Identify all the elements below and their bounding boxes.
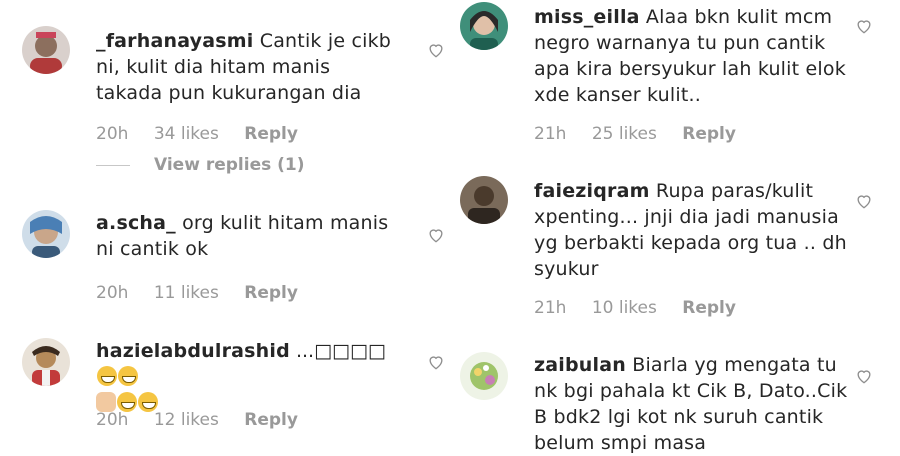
avatar[interactable]: [460, 352, 508, 400]
comment-likes[interactable]: 25 likes: [592, 124, 657, 144]
avatar[interactable]: [22, 26, 70, 74]
comment-username[interactable]: zaibulan: [534, 354, 626, 376]
comment-time: 20h: [96, 124, 129, 144]
comment-meta: 20h 34 likes Reply: [96, 124, 318, 144]
comment-text: faieziqram Rupa paras/kulit xpenting... …: [534, 178, 864, 282]
comment-text: zaibulan Biarla yg mengata tu nk bgi pah…: [534, 352, 864, 456]
comment-text: _farhanayasmi Cantik je cikb ni, kulit d…: [96, 28, 396, 106]
reply-button[interactable]: Reply: [244, 283, 298, 303]
avatar[interactable]: [22, 210, 70, 258]
grinning-face-emoji-icon: [138, 392, 158, 412]
heart-outline-icon[interactable]: [854, 191, 874, 211]
reply-button[interactable]: Reply: [244, 124, 298, 144]
comment-text: hazielabdulrashid ...□□□□: [96, 338, 396, 416]
avatar[interactable]: [22, 338, 70, 386]
reply-button[interactable]: Reply: [682, 124, 736, 144]
comment-likes[interactable]: 34 likes: [154, 124, 219, 144]
comment-time: 21h: [534, 124, 567, 144]
comment-username[interactable]: faieziqram: [534, 180, 650, 202]
comment-likes[interactable]: 10 likes: [592, 298, 657, 318]
divider: [96, 164, 130, 166]
comment-username[interactable]: hazielabdulrashid: [96, 340, 290, 362]
comment-username[interactable]: _farhanayasmi: [96, 30, 254, 52]
comment-likes[interactable]: 12 likes: [154, 410, 219, 430]
grinning-face-emoji-icon: [117, 392, 137, 412]
comment-meta: 20h 12 likes Reply: [96, 410, 318, 430]
comment-text: a.scha_ org kulit hitam manis ni cantik …: [96, 210, 396, 262]
heart-outline-icon[interactable]: [426, 225, 446, 245]
comment-time: 20h: [96, 410, 129, 430]
comment-username[interactable]: a.scha_: [96, 212, 176, 234]
comment-time: 21h: [534, 298, 567, 318]
comment-meta: 21h 10 likes Reply: [534, 298, 756, 318]
comment-body: ...□□□□: [289, 340, 386, 362]
heart-outline-icon[interactable]: [854, 366, 874, 386]
heart-outline-icon[interactable]: [426, 352, 446, 372]
view-replies-button[interactable]: View replies (1): [96, 155, 305, 175]
comment-text: miss_eilla Alaa bkn kulit mcm negro warn…: [534, 4, 864, 108]
comment-username[interactable]: miss_eilla: [534, 6, 640, 28]
avatar[interactable]: [460, 2, 508, 50]
comment-meta: 20h 11 likes Reply: [96, 283, 318, 303]
grinning-face-emoji-icon: [118, 366, 138, 386]
grinning-face-emoji-icon: [97, 366, 117, 386]
heart-outline-icon[interactable]: [426, 40, 446, 60]
clapping-hands-emoji-icon: [96, 392, 116, 412]
reply-button[interactable]: Reply: [244, 410, 298, 430]
avatar[interactable]: [460, 176, 508, 224]
heart-outline-icon[interactable]: [854, 16, 874, 36]
comment-time: 20h: [96, 283, 129, 303]
view-replies-label: View replies (1): [154, 155, 305, 175]
reply-button[interactable]: Reply: [682, 298, 736, 318]
comment-likes[interactable]: 11 likes: [154, 283, 219, 303]
comment-meta: 21h 25 likes Reply: [534, 124, 756, 144]
